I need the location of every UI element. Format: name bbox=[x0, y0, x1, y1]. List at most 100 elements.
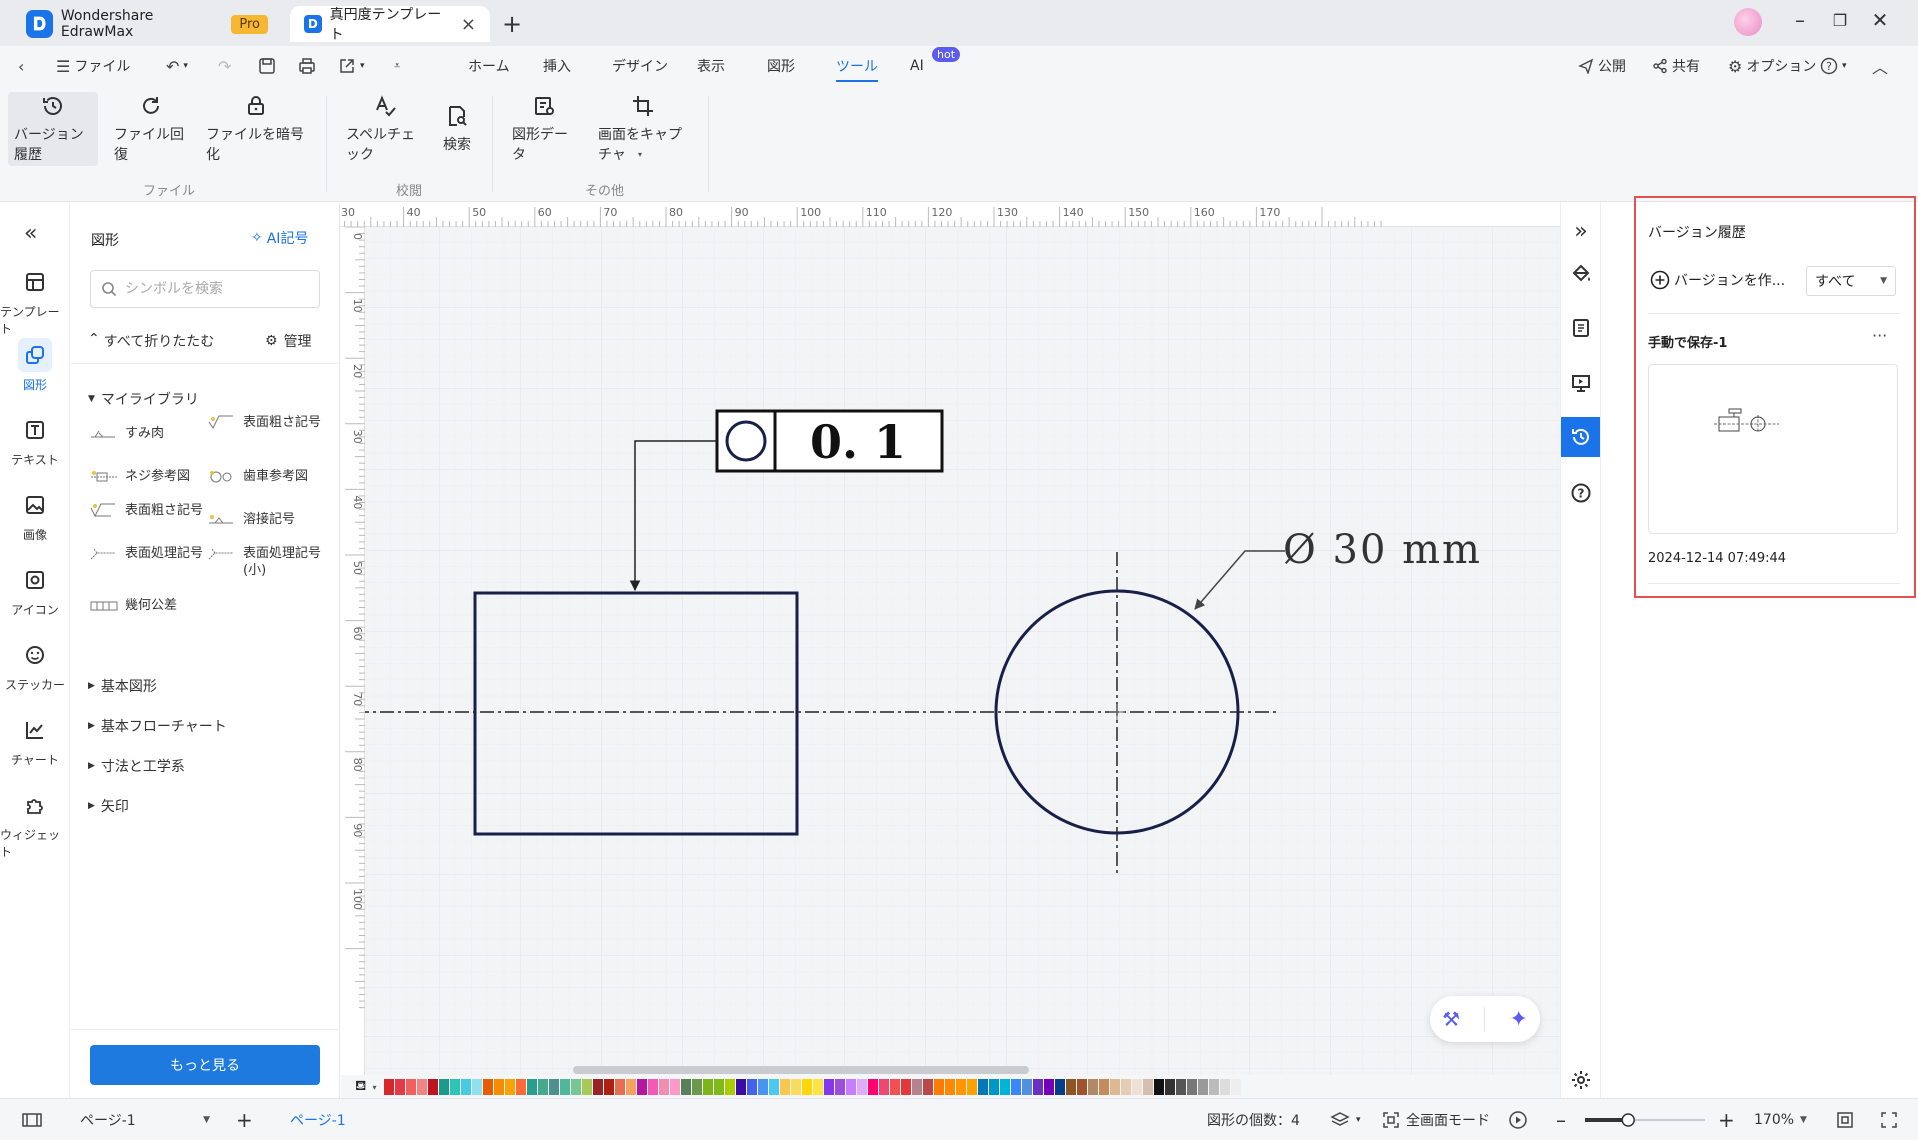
zoom-out-button[interactable]: – bbox=[1556, 1099, 1566, 1140]
color-swatch[interactable] bbox=[868, 1079, 879, 1095]
color-swatch[interactable] bbox=[824, 1079, 835, 1095]
document-tab[interactable]: D 真円度テンプレート × bbox=[290, 6, 490, 43]
color-swatch[interactable] bbox=[912, 1079, 923, 1095]
page-panel-toggle-icon[interactable] bbox=[22, 1099, 42, 1140]
print-icon[interactable] bbox=[298, 46, 316, 86]
encrypt-file-button[interactable]: ファイルを暗号化 bbox=[200, 92, 312, 166]
color-swatch[interactable] bbox=[1209, 1079, 1220, 1095]
color-swatch[interactable] bbox=[1165, 1079, 1176, 1095]
color-swatch[interactable] bbox=[714, 1079, 725, 1095]
chevron-down-icon[interactable]: ▾ bbox=[372, 1083, 376, 1092]
color-swatch[interactable] bbox=[1044, 1079, 1055, 1095]
nav-charts[interactable]: チャート bbox=[0, 713, 70, 768]
ai-symbol-button[interactable]: ✧ AI記号 bbox=[251, 228, 308, 248]
app-tab[interactable]: 𝐃 Wondershare EdrawMax Pro bbox=[12, 6, 282, 42]
options-button[interactable]: ⚙ オプション bbox=[1728, 46, 1816, 86]
undo-button[interactable]: ↶ ▾ bbox=[166, 46, 188, 86]
color-swatch[interactable] bbox=[1088, 1079, 1099, 1095]
symbol-welding[interactable]: 溶接記号 bbox=[207, 511, 327, 529]
fullscreen-button[interactable]: 全画面モード bbox=[1382, 1099, 1490, 1140]
color-swatch[interactable] bbox=[1000, 1079, 1011, 1095]
collapse-panel-icon[interactable]: « bbox=[24, 221, 37, 246]
symbol-surface-treatment[interactable]: 表面処理記号 bbox=[89, 545, 209, 563]
tab-view[interactable]: 表示 bbox=[697, 46, 725, 86]
layers-icon[interactable]: ▾ bbox=[1330, 1099, 1361, 1140]
symbol-surface-roughness[interactable]: 表面粗さ記号 bbox=[207, 414, 327, 432]
presentation-icon[interactable] bbox=[1561, 363, 1601, 403]
file-menu-button[interactable]: ☰ ファイル bbox=[56, 46, 130, 86]
color-swatch[interactable] bbox=[1220, 1079, 1231, 1095]
zoom-in-button[interactable]: + bbox=[1718, 1099, 1735, 1140]
color-swatch[interactable] bbox=[560, 1079, 571, 1095]
color-swatch[interactable] bbox=[417, 1079, 428, 1095]
color-swatch[interactable] bbox=[593, 1079, 604, 1095]
color-swatch[interactable] bbox=[1033, 1079, 1044, 1095]
more-quick-access-icon[interactable]: ⩡ bbox=[394, 46, 400, 86]
version-history-panel-icon[interactable] bbox=[1561, 417, 1601, 457]
version-thumbnail[interactable] bbox=[1648, 364, 1898, 534]
manage-button[interactable]: ⚙ 管理 bbox=[265, 331, 312, 351]
screen-capture-button[interactable]: 画面をキャプチャ bbox=[592, 92, 694, 166]
nav-text[interactable]: テキスト bbox=[0, 413, 70, 468]
nav-templates[interactable]: テンプレート bbox=[0, 265, 70, 337]
color-swatch[interactable] bbox=[637, 1079, 648, 1095]
color-swatch[interactable] bbox=[1110, 1079, 1121, 1095]
color-swatch[interactable] bbox=[505, 1079, 516, 1095]
color-swatch[interactable] bbox=[527, 1079, 538, 1095]
close-tab-icon[interactable]: × bbox=[461, 14, 476, 35]
color-swatch[interactable] bbox=[626, 1079, 637, 1095]
color-swatch[interactable] bbox=[802, 1079, 813, 1095]
color-swatch[interactable] bbox=[835, 1079, 846, 1095]
expand-panel-icon[interactable]: » bbox=[1561, 211, 1601, 251]
color-swatch[interactable] bbox=[1099, 1079, 1110, 1095]
color-swatch[interactable] bbox=[1077, 1079, 1088, 1095]
collapse-all-button[interactable]: ⌃ すべて折りたたむ bbox=[88, 331, 214, 351]
color-swatch[interactable] bbox=[945, 1079, 956, 1095]
color-swatch[interactable] bbox=[428, 1079, 439, 1095]
dropdown-caret-icon[interactable]: ▾ bbox=[638, 150, 642, 159]
collapse-ribbon-icon[interactable]: ︿ bbox=[1872, 46, 1888, 86]
file-recovery-button[interactable]: ファイル回復 bbox=[108, 92, 194, 166]
color-swatch[interactable] bbox=[659, 1079, 670, 1095]
color-swatch[interactable] bbox=[769, 1079, 780, 1095]
user-avatar[interactable] bbox=[1734, 8, 1762, 36]
color-swatch[interactable] bbox=[582, 1079, 593, 1095]
color-swatch[interactable] bbox=[538, 1079, 549, 1095]
version-history-button[interactable]: バージョン履歴 bbox=[8, 92, 98, 166]
symbol-surface-roughness-2[interactable]: 表面粗さ記号 bbox=[89, 502, 209, 520]
color-swatch[interactable] bbox=[1022, 1079, 1033, 1095]
color-swatch[interactable] bbox=[736, 1079, 747, 1095]
color-swatch[interactable] bbox=[483, 1079, 494, 1095]
drawing-page[interactable]: 0. 1 Ø 30 mm bbox=[365, 227, 1560, 1083]
color-swatch[interactable] bbox=[1187, 1079, 1198, 1095]
color-swatch[interactable] bbox=[450, 1079, 461, 1095]
color-swatch[interactable] bbox=[813, 1079, 824, 1095]
help-icon[interactable]: ? bbox=[1561, 473, 1601, 513]
color-swatch[interactable] bbox=[615, 1079, 626, 1095]
zoom-slider[interactable] bbox=[1585, 1099, 1705, 1140]
fill-icon[interactable] bbox=[1561, 253, 1601, 293]
roundness-tolerance-frame[interactable]: 0. 1 bbox=[715, 409, 944, 473]
tab-design[interactable]: デザイン bbox=[612, 46, 668, 86]
help-button[interactable]: ? ▾ bbox=[1820, 46, 1847, 86]
color-swatch[interactable] bbox=[384, 1079, 395, 1095]
section-basic-shapes[interactable]: ▶ 基本図形 bbox=[88, 676, 157, 696]
export-icon[interactable]: ▾ bbox=[338, 46, 365, 86]
section-dimension-engineering[interactable]: ▶ 寸法と工学系 bbox=[88, 756, 185, 776]
color-swatch[interactable] bbox=[846, 1079, 857, 1095]
back-icon[interactable]: ‹ bbox=[18, 46, 24, 86]
color-swatch[interactable] bbox=[890, 1079, 901, 1095]
color-swatch[interactable] bbox=[461, 1079, 472, 1095]
color-swatch[interactable] bbox=[747, 1079, 758, 1095]
color-swatch[interactable] bbox=[1143, 1079, 1154, 1095]
nav-images[interactable]: 画像 bbox=[0, 488, 70, 543]
symbol-search-input[interactable] bbox=[125, 281, 305, 297]
symbol-screw-reference[interactable]: ネジ参考図 bbox=[89, 468, 209, 486]
color-swatch[interactable] bbox=[1011, 1079, 1022, 1095]
color-swatch[interactable] bbox=[1055, 1079, 1066, 1095]
color-swatch[interactable] bbox=[758, 1079, 769, 1095]
color-swatch[interactable] bbox=[879, 1079, 890, 1095]
tab-insert[interactable]: 挿入 bbox=[543, 46, 571, 86]
color-swatch[interactable] bbox=[395, 1079, 406, 1095]
my-library-section[interactable]: ▼ マイライブラリ bbox=[88, 389, 199, 409]
